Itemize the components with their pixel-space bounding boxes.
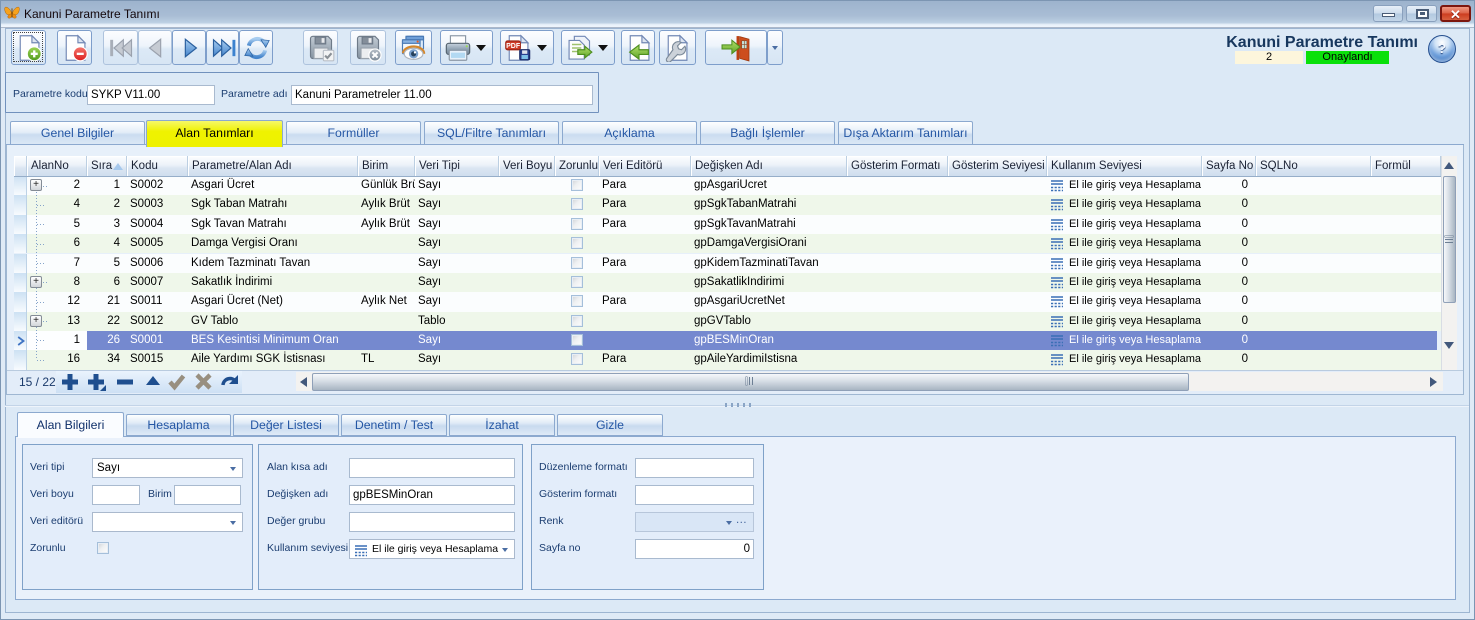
svg-text:PDF: PDF (506, 43, 521, 50)
